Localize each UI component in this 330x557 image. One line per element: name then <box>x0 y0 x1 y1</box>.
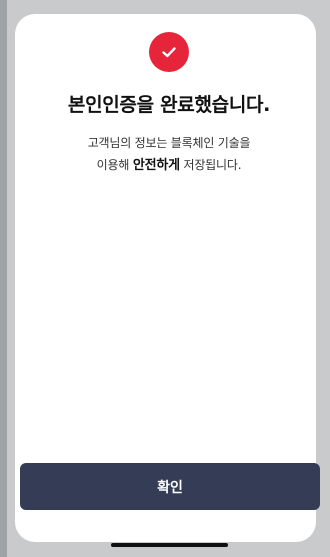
home-indicator <box>111 543 228 547</box>
description-line-2: 이용해 안전하게 저장됩니다. <box>0 154 330 177</box>
background-edge <box>0 0 7 557</box>
description: 고객님의 정보는 블록체인 기술을 이용해 안전하게 저장됩니다. <box>0 132 330 177</box>
confirm-button[interactable]: 확인 <box>20 463 320 510</box>
description-prefix: 이용해 <box>96 158 130 172</box>
page-title: 본인인증을 완료했습니다. <box>67 94 271 116</box>
description-emphasis: 안전하게 <box>132 158 180 173</box>
checkmark-icon <box>162 47 176 58</box>
check-circle-icon <box>149 32 189 72</box>
description-suffix: 저장됩니다. <box>183 158 242 172</box>
description-line-1: 고객님의 정보는 블록체인 기술을 <box>87 136 251 150</box>
